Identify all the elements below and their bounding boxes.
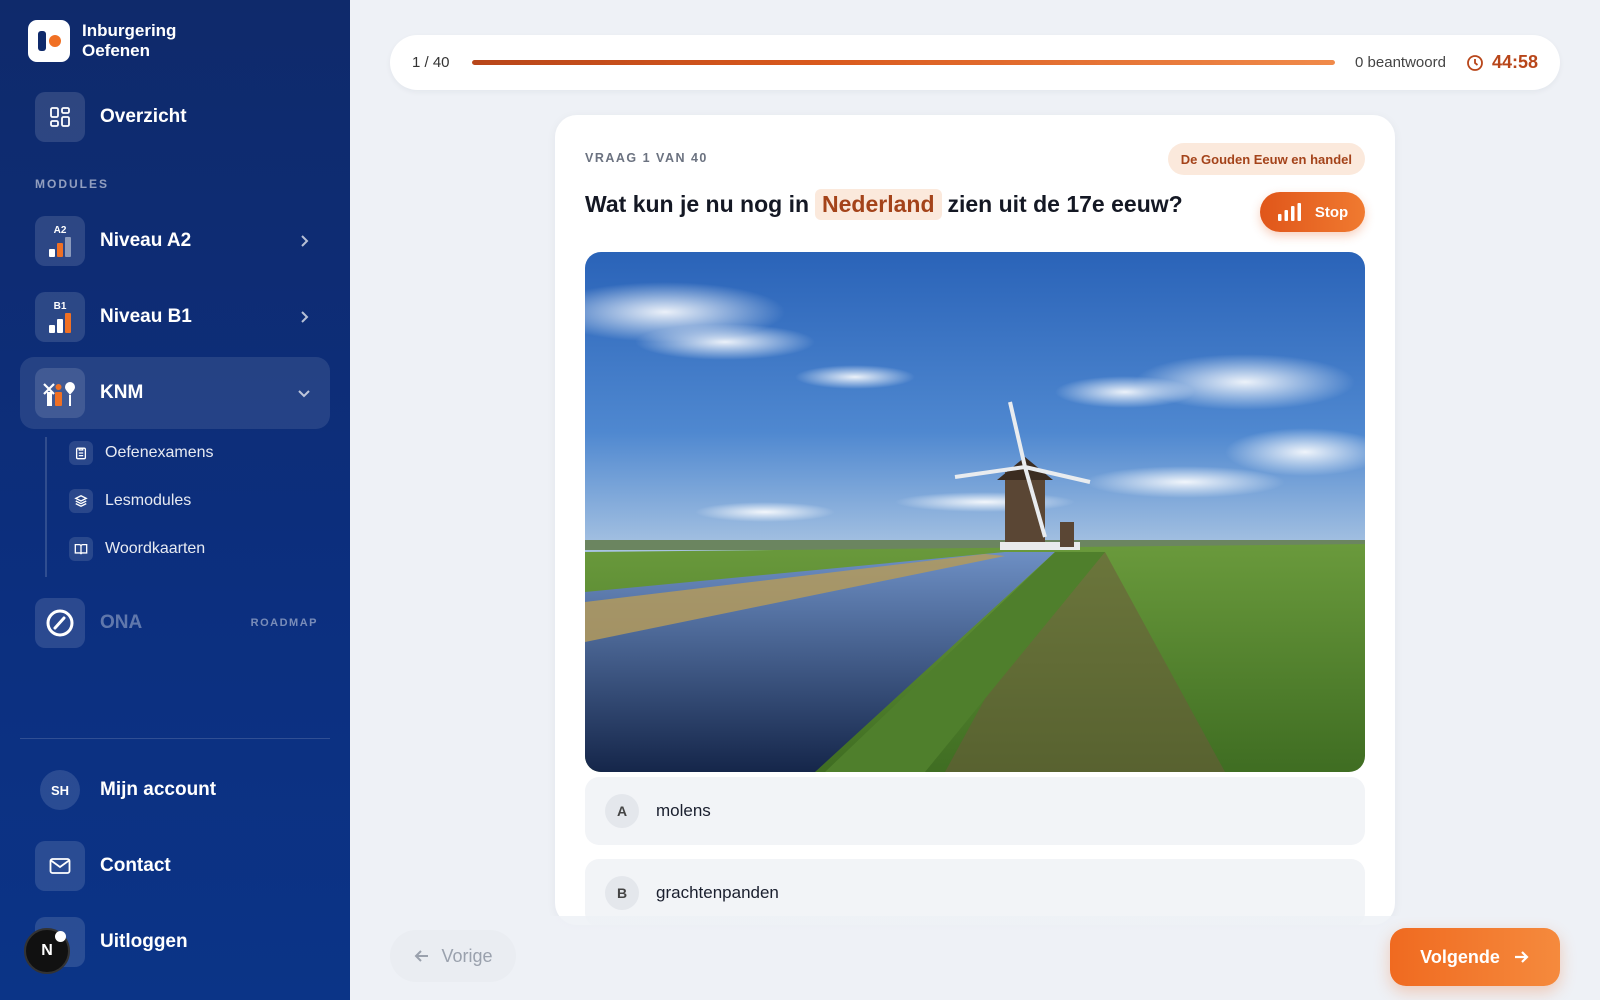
knm-windmill-icon — [35, 368, 85, 418]
dev-tools-badge[interactable]: N — [24, 928, 70, 974]
stop-label: Stop — [1314, 203, 1349, 221]
chevron-right-icon — [301, 235, 309, 247]
audio-bars-icon — [1277, 203, 1301, 221]
level-a2-badge-text: A2 — [54, 225, 67, 236]
next-label: Volgende — [1420, 946, 1500, 967]
option-text: grachtenpanden — [656, 883, 779, 902]
question-text: Wat kun je nu nog in Nederland zien uit … — [585, 189, 1183, 220]
question-card: VRAAG 1 VAN 40 De Gouden Eeuw en handel … — [555, 115, 1395, 925]
sidebar-subitem-label: Oefenexamens — [105, 444, 214, 461]
sidebar-item-label: Uitloggen — [100, 931, 188, 952]
sidebar-item-label: Overzicht — [100, 106, 187, 127]
question-text-after: zien uit de 17e eeuw? — [947, 191, 1183, 217]
previous-button[interactable]: Vorige — [390, 930, 516, 982]
section-label-modules: MODULES — [35, 177, 109, 191]
sidebar-subitem-woordkaarten[interactable]: Woordkaarten — [69, 533, 329, 565]
sidebar-subitem-label: Woordkaarten — [105, 540, 206, 557]
avatar-wrap: SH — [35, 765, 85, 815]
sidebar-divider — [20, 738, 330, 739]
avatar: SH — [40, 770, 80, 810]
question-number: VRAAG 1 VAN 40 — [585, 151, 708, 165]
sidebar-item-label: Mijn account — [100, 779, 217, 800]
sidebar: Inburgering Oefenen Overzicht MODULES A2… — [0, 0, 350, 1000]
sidebar-item-account[interactable]: SH Mijn account — [20, 754, 330, 826]
knm-submenu: Oefenexamens Lesmodules Woordkaarten — [45, 437, 214, 577]
sidebar-item-label: Niveau B1 — [100, 306, 192, 327]
timer: 44:58 — [1466, 52, 1538, 73]
book-open-icon — [69, 537, 93, 561]
option-text: molens — [656, 801, 711, 820]
clock-icon — [1467, 54, 1483, 71]
brand[interactable]: Inburgering Oefenen — [28, 20, 176, 62]
stop-audio-button[interactable]: Stop — [1260, 192, 1365, 232]
sidebar-item-label: KNM — [100, 382, 144, 403]
sidebar-item-niveau-a2[interactable]: A2 Niveau A2 — [20, 205, 330, 277]
sidebar-item-niveau-b1[interactable]: B1 Niveau B1 — [20, 281, 330, 353]
progress-track — [472, 60, 1336, 65]
roadmap-tag: ROADMAP — [250, 617, 318, 629]
topic-badge: De Gouden Eeuw en handel — [1167, 143, 1365, 175]
sidebar-subitem-oefenexamens[interactable]: Oefenexamens — [69, 437, 329, 469]
clipboard-icon — [69, 441, 93, 465]
brand-name: Inburgering Oefenen — [82, 21, 177, 60]
option-letter: A — [605, 794, 639, 828]
question-text-before: Wat kun je nu nog in — [585, 191, 810, 217]
sidebar-subitem-label: Lesmodules — [105, 492, 192, 509]
grid-icon — [35, 92, 85, 142]
level-a2-icon: A2 — [35, 216, 85, 266]
previous-label: Vorige — [441, 945, 493, 966]
answer-option-a[interactable]: A molens — [585, 777, 1365, 845]
chevron-right-icon — [301, 311, 309, 323]
sidebar-item-contact[interactable]: Contact — [20, 830, 330, 902]
level-b1-icon: B1 — [35, 292, 85, 342]
sidebar-item-label: ONA — [100, 612, 143, 633]
brand-logo-icon — [28, 20, 70, 62]
progress-count: 1 / 40 — [412, 54, 450, 71]
chevron-down-icon — [298, 390, 310, 398]
mail-icon — [35, 841, 85, 891]
sidebar-item-overview[interactable]: Overzicht — [20, 81, 330, 153]
dev-tools-badge-letter: N — [41, 942, 53, 959]
question-highlight: Nederland — [815, 189, 942, 220]
sidebar-subitem-lesmodules[interactable]: Lesmodules — [69, 485, 329, 517]
sidebar-item-label: Niveau A2 — [100, 230, 192, 251]
sidebar-item-label: Contact — [100, 855, 171, 876]
progress-bar-container: 1 / 40 0 beantwoord 44:58 — [390, 35, 1560, 90]
progress-fill — [472, 60, 1336, 65]
gauge-icon — [35, 598, 85, 648]
option-letter: B — [605, 876, 639, 910]
arrow-right-icon — [1514, 951, 1529, 963]
windmill-landscape-image — [585, 252, 1365, 772]
level-b1-badge-text: B1 — [54, 301, 67, 312]
sidebar-item-ona[interactable]: ONA ROADMAP — [20, 587, 330, 659]
timer-value: 44:58 — [1491, 52, 1538, 72]
next-button[interactable]: Volgende — [1390, 928, 1560, 986]
answered-count: 0 beantwoord — [1355, 54, 1446, 71]
layers-icon — [69, 489, 93, 513]
sidebar-item-knm[interactable]: KNM — [20, 357, 330, 429]
arrow-left-icon — [415, 950, 429, 962]
notification-dot — [55, 931, 66, 942]
